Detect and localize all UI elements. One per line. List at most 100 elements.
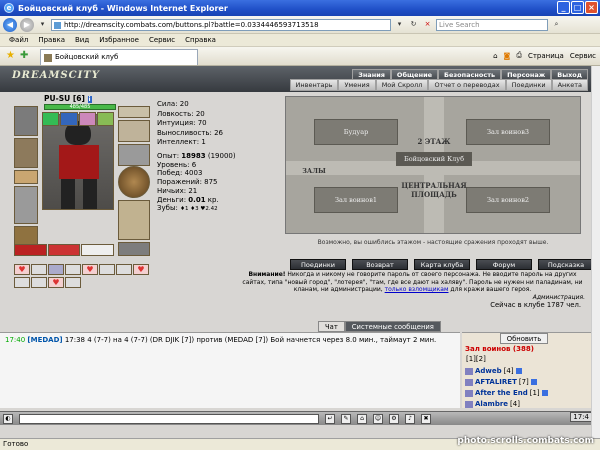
ring-slot-4[interactable]: [96, 112, 114, 126]
forum-button[interactable]: Форум: [476, 259, 532, 270]
boots-slot[interactable]: [118, 242, 150, 256]
map-central-label[interactable]: ЦЕНТРАЛЬНАЯ ПЛОЩАДЬ: [396, 181, 472, 199]
search-icon[interactable]: ⌕: [551, 19, 562, 30]
player-item[interactable]: AFTALIRET [7]: [465, 378, 537, 386]
return-button[interactable]: Возврат: [352, 259, 408, 270]
belt-item-2[interactable]: [47, 244, 81, 256]
send-icon[interactable]: ↵: [325, 413, 335, 424]
menu-file[interactable]: Файл: [9, 36, 28, 44]
feeds-icon[interactable]: ◙: [504, 52, 511, 60]
print-icon[interactable]: ⎙: [516, 51, 522, 60]
heart-item-icon[interactable]: ♥: [14, 264, 30, 275]
backpack-slot-9[interactable]: [14, 276, 30, 288]
forward-button[interactable]: ▶: [20, 17, 34, 32]
chat-time: 17:40: [5, 336, 26, 344]
stop-icon[interactable]: ×: [422, 19, 433, 30]
room-warriors-1[interactable]: Зал воинов1: [314, 187, 398, 213]
nav-profile[interactable]: Анкета: [551, 79, 588, 91]
room-boudoir[interactable]: Будуар: [314, 119, 398, 145]
filter-icon[interactable]: ⌂: [357, 413, 367, 424]
page-scrollbar[interactable]: [591, 66, 600, 438]
page-menu[interactable]: Страница: [528, 52, 564, 60]
room-warriors-2[interactable]: Зал воинов2: [466, 187, 550, 213]
close-button[interactable]: ×: [585, 1, 598, 14]
command-bar: ⌂ ◙ ⎙ Страница Сервис: [493, 51, 596, 60]
chat-author[interactable]: [MEDAD]: [27, 336, 62, 344]
menu-tools[interactable]: Сервис: [149, 36, 175, 44]
gloves-slot[interactable]: [118, 144, 150, 166]
amulet-slot[interactable]: [118, 106, 150, 118]
backpack-slot-10[interactable]: [31, 276, 47, 288]
heart-item-icon[interactable]: ♥: [133, 264, 149, 275]
player-item[interactable]: After the End [1]: [465, 389, 548, 397]
leggings-slot[interactable]: [118, 200, 150, 240]
room-warriors-3[interactable]: Зал воинов3: [466, 119, 550, 145]
backpack-slot-4[interactable]: [65, 264, 81, 275]
backpack-slot-2[interactable]: [31, 264, 47, 275]
tab-chat[interactable]: Чат: [318, 321, 345, 332]
address-bar[interactable]: http://dreamscity.combats.com/buttons.pl…: [51, 18, 391, 31]
clan-icon: [465, 378, 473, 386]
tab-fight-club[interactable]: Бойцовский клуб: [40, 49, 198, 65]
tab-system-messages[interactable]: Системные сообщения: [344, 321, 441, 332]
room-pages[interactable]: [1][2]: [466, 355, 486, 363]
menu-favorites[interactable]: Избранное: [99, 36, 139, 44]
info-icon[interactable]: [515, 368, 522, 374]
shield-slot[interactable]: [118, 166, 150, 198]
character-name[interactable]: PU-SU [6] i: [44, 94, 92, 103]
minimize-button[interactable]: _: [557, 1, 570, 14]
ring-slot-1[interactable]: [42, 112, 60, 126]
heart-item-icon[interactable]: ♥: [48, 276, 64, 288]
backpack-slot-7[interactable]: [116, 264, 132, 275]
room-fight-club[interactable]: Бойцовский Клуб: [396, 152, 472, 166]
refresh-button[interactable]: Обновить: [500, 333, 548, 344]
club-map-button[interactable]: Карта клуба: [414, 259, 470, 270]
nav-my-scroll[interactable]: Мой Скролл: [375, 79, 429, 91]
earrings-slot[interactable]: [118, 120, 150, 142]
maximize-button[interactable]: □: [571, 1, 584, 14]
chat-mode-icon[interactable]: ◐: [3, 413, 13, 424]
weapon-slot[interactable]: [14, 186, 38, 224]
nav-transfer-report[interactable]: Отчет о переводах: [428, 79, 506, 91]
armor-slot[interactable]: [14, 138, 38, 168]
nav-fights[interactable]: Поединки: [505, 79, 552, 91]
belt-item-3[interactable]: [81, 244, 115, 256]
smile-icon[interactable]: ☺: [373, 413, 383, 424]
ring-slot-2[interactable]: [60, 112, 78, 126]
heart-item-icon[interactable]: ♥: [82, 264, 98, 275]
warning-link[interactable]: только взломщикам: [385, 286, 449, 293]
home-icon[interactable]: ⌂: [493, 52, 497, 60]
add-favorite-icon[interactable]: ✚: [20, 50, 28, 61]
favorites-star-icon[interactable]: ★: [6, 50, 15, 61]
search-input[interactable]: Live Search: [436, 18, 548, 31]
info-icon[interactable]: [530, 379, 537, 385]
nav-inventory[interactable]: Инвентарь: [289, 79, 339, 91]
menu-edit[interactable]: Правка: [38, 36, 65, 44]
belt-item-1[interactable]: [14, 244, 47, 256]
hint-button[interactable]: Подсказка: [538, 259, 594, 270]
backpack-slot-6[interactable]: [99, 264, 115, 275]
chat-input[interactable]: [19, 413, 319, 424]
menu-help[interactable]: Справка: [185, 36, 216, 44]
options-icon[interactable]: ⚙: [389, 413, 399, 424]
back-button[interactable]: ◀: [3, 17, 17, 32]
backpack-slot-3[interactable]: [48, 264, 64, 275]
clear-icon[interactable]: ✎: [341, 413, 351, 424]
helmet-slot[interactable]: [14, 106, 38, 136]
player-item[interactable]: Adweb [4]: [465, 367, 522, 375]
fights-button[interactable]: Поединки: [290, 259, 346, 270]
info-icon[interactable]: [541, 390, 548, 396]
refresh-icon[interactable]: ↻: [408, 19, 419, 30]
history-dropdown-icon[interactable]: ▾: [37, 19, 48, 30]
nav-skills[interactable]: Умения: [338, 79, 376, 91]
backpack-slot-12[interactable]: [65, 276, 81, 288]
info-icon[interactable]: i: [87, 96, 92, 103]
ring-slot-3[interactable]: [78, 112, 96, 126]
menu-view[interactable]: Вид: [75, 36, 89, 44]
sound-icon[interactable]: ♪: [405, 413, 415, 424]
bracers-slot[interactable]: [14, 170, 38, 184]
exit-chat-icon[interactable]: ✖: [421, 413, 431, 424]
address-dropdown-icon[interactable]: ▾: [394, 19, 405, 30]
tools-menu[interactable]: Сервис: [570, 52, 596, 60]
player-item[interactable]: Alambre [4]: [465, 400, 520, 408]
